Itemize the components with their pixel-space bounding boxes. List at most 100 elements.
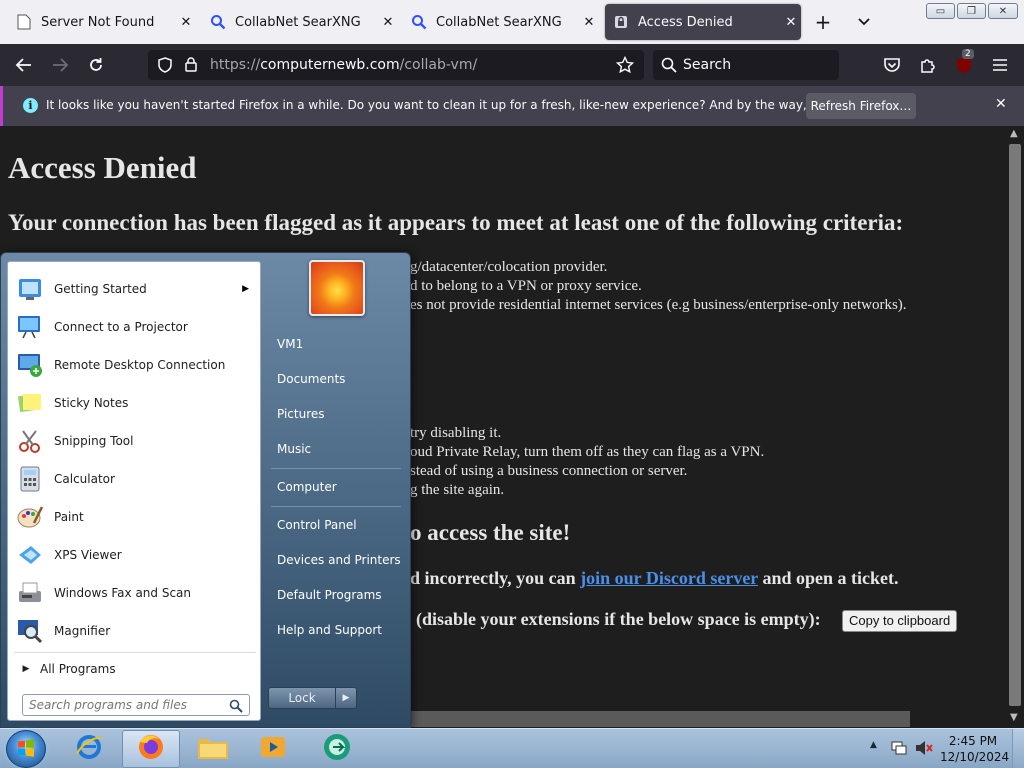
extension-badge: 2 — [962, 49, 974, 59]
search-bar[interactable]: Search — [653, 50, 839, 80]
minimize-button[interactable]: ▭ — [926, 3, 955, 19]
back-button[interactable] — [10, 51, 38, 79]
close-icon[interactable]: ✕ — [579, 15, 599, 30]
user-avatar[interactable] — [309, 260, 365, 316]
scroll-down-icon[interactable]: ▼ — [1010, 712, 1018, 723]
volume-muted-icon[interactable] — [914, 739, 934, 760]
close-window-button[interactable]: ✕ — [988, 3, 1018, 19]
tracking-shield-icon[interactable] — [157, 57, 173, 77]
close-icon[interactable]: ✕ — [176, 15, 196, 30]
reload-button[interactable] — [82, 51, 110, 79]
program-label: Remote Desktop Connection — [54, 358, 226, 372]
divider — [271, 468, 401, 469]
program-paint[interactable]: Paint — [11, 498, 257, 536]
divider — [14, 652, 256, 653]
start-menu: Getting Started ▶ Connect to a Projector… — [0, 252, 411, 728]
program-sticky-notes[interactable]: Sticky Notes — [11, 384, 257, 422]
program-connect-projector[interactable]: Connect to a Projector — [11, 308, 257, 346]
restore-button[interactable]: ❐ — [957, 3, 986, 19]
menu-item-devices-printers[interactable]: Devices and Printers — [268, 545, 406, 575]
start-menu-programs-pane: Getting Started ▶ Connect to a Projector… — [7, 261, 261, 721]
tab-list-button[interactable] — [850, 8, 878, 36]
tab-title: CollabNet SearXNG — [436, 14, 562, 30]
ublock-extension-icon[interactable]: 2 — [950, 49, 978, 79]
step-line: stead of using a business connection or … — [410, 463, 688, 479]
new-tab-button[interactable]: + — [809, 8, 837, 36]
menu-item-documents[interactable]: Documents — [268, 364, 406, 394]
close-icon[interactable]: ✕ — [781, 15, 801, 30]
menu-item-default-programs[interactable]: Default Programs — [268, 580, 406, 610]
taskbar-connect[interactable] — [308, 730, 366, 768]
taskbar-ie[interactable] — [60, 730, 118, 768]
firefox-icon — [136, 732, 166, 766]
search-programs-input[interactable]: Search programs and files — [22, 694, 250, 716]
refresh-firefox-button[interactable]: Refresh Firefox… — [806, 93, 916, 119]
media-player-icon — [258, 732, 288, 766]
tab-searxng-1[interactable]: CollabNet SearXNG ✕ — [202, 4, 398, 40]
paint-palette-icon — [13, 501, 47, 533]
url-text[interactable]: https://computernewb.com/collab-vm/ — [210, 57, 477, 73]
program-calculator[interactable]: Calculator — [11, 460, 257, 498]
program-label: Paint — [54, 510, 84, 524]
program-magnifier[interactable]: Magnifier — [11, 612, 257, 650]
lock-button[interactable]: Lock — [268, 687, 336, 709]
program-snipping-tool[interactable]: Snipping Tool — [11, 422, 257, 460]
sticky-notes-icon — [13, 387, 47, 419]
discord-link[interactable]: join our Discord server — [580, 568, 758, 588]
step-line: g the site again. — [410, 482, 505, 498]
search-placeholder: Search — [683, 57, 732, 73]
program-getting-started[interactable]: Getting Started ▶ — [11, 270, 257, 308]
close-icon[interactable]: ✕ — [378, 15, 398, 30]
pocket-icon[interactable] — [878, 51, 906, 79]
divider — [271, 506, 401, 507]
program-remote-desktop[interactable]: Remote Desktop Connection — [11, 346, 257, 384]
tab-title: Server Not Found — [41, 14, 155, 30]
calculator-icon — [13, 463, 47, 495]
taskbar-explorer[interactable] — [184, 730, 242, 768]
tab-access-denied[interactable]: Access Denied ✕ — [605, 4, 801, 40]
extensions-puzzle-icon[interactable] — [914, 51, 942, 79]
all-programs-button[interactable]: ▶ All Programs — [12, 656, 256, 682]
show-desktop-button[interactable] — [1012, 729, 1024, 768]
arrow-right-icon: ▶ — [22, 664, 30, 674]
explorer-folder-icon — [196, 733, 230, 765]
scissors-icon — [13, 425, 47, 457]
tray-expand-icon[interactable]: ▲ — [870, 740, 877, 750]
clock[interactable]: 2:45 PM 12/10/2024 — [940, 733, 1009, 765]
scroll-up-icon[interactable]: ▲ — [1010, 128, 1018, 139]
menu-hamburger-icon[interactable] — [986, 51, 1014, 79]
menu-item-computer[interactable]: Computer — [268, 472, 406, 502]
program-label: Getting Started — [54, 282, 147, 296]
program-fax-scan[interactable]: Windows Fax and Scan — [11, 574, 257, 612]
shutdown-options-arrow-icon[interactable]: ▶ — [335, 687, 357, 709]
program-xps-viewer[interactable]: XPS Viewer — [11, 536, 257, 574]
page-icon — [16, 14, 32, 30]
scrollbar-thumb[interactable] — [1009, 144, 1021, 706]
close-icon[interactable]: ✕ — [995, 96, 1007, 112]
tab-server-not-found[interactable]: Server Not Found ✕ — [8, 4, 196, 40]
address-bar[interactable]: https://computernewb.com/collab-vm/ — [148, 50, 644, 80]
taskbar-media-player[interactable] — [244, 730, 302, 768]
start-button[interactable] — [6, 730, 46, 768]
internet-explorer-icon — [74, 732, 104, 766]
network-icon[interactable] — [890, 739, 908, 760]
menu-item-vm1[interactable]: VM1 — [268, 329, 406, 359]
menu-item-music[interactable]: Music — [268, 434, 406, 464]
menu-item-help-support[interactable]: Help and Support — [268, 615, 406, 645]
horizontal-scrollbar[interactable] — [410, 711, 910, 727]
copy-to-clipboard-button[interactable]: Copy to clipboard — [842, 610, 958, 632]
search-icon — [411, 14, 427, 30]
all-programs-label: All Programs — [40, 662, 116, 676]
menu-item-control-panel[interactable]: Control Panel — [268, 510, 406, 540]
bookmark-star-icon[interactable] — [615, 55, 635, 78]
step-line: oud Private Relay, turn them off as they… — [410, 444, 765, 460]
taskbar-firefox[interactable] — [122, 730, 180, 768]
fax-icon — [13, 577, 47, 609]
clock-time: 2:45 PM — [948, 734, 998, 748]
lock-icon[interactable] — [184, 56, 198, 77]
notification-text: It looks like you haven't started Firefo… — [46, 98, 902, 112]
tab-searxng-2[interactable]: CollabNet SearXNG ✕ — [403, 4, 599, 40]
vertical-scrollbar[interactable]: ▲ ▼ — [1006, 126, 1024, 728]
menu-item-pictures[interactable]: Pictures — [268, 399, 406, 429]
forward-button[interactable] — [46, 51, 74, 79]
